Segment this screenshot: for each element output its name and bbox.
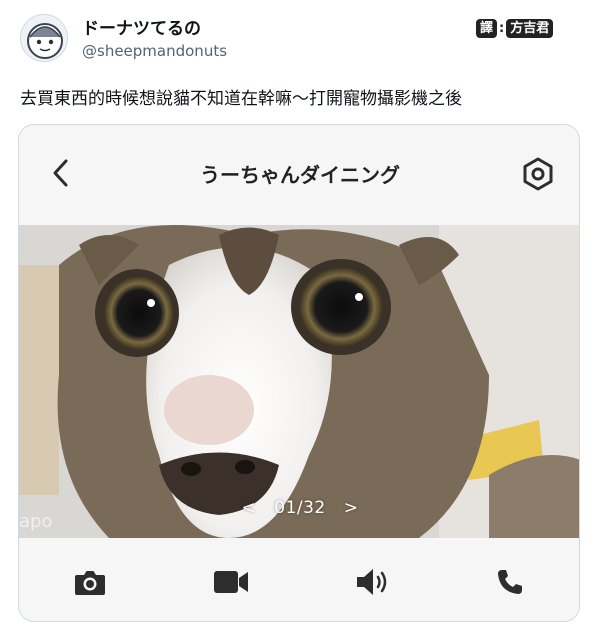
tweet-text: 去買東西的時候想說貓不知道在幹嘛～打開寵物攝影機之後 — [20, 89, 462, 109]
cat-closeup-image — [19, 225, 579, 538]
photo-counter: 01/32 — [274, 498, 326, 518]
credit-separator: : — [499, 20, 505, 36]
next-photo-button[interactable]: > — [344, 498, 359, 518]
speaker-button[interactable] — [350, 564, 394, 600]
snapshot-button[interactable] — [68, 564, 112, 600]
display-name[interactable]: ドーナツてるの — [82, 14, 201, 39]
credit-prefix: 譯 — [476, 18, 498, 38]
app-title: うーちゃんダイニング — [200, 163, 400, 187]
avatar-illustration — [21, 15, 67, 61]
avatar[interactable] — [20, 14, 68, 62]
settings-button[interactable] — [519, 155, 557, 193]
camera-feed[interactable]: apo < 01/32 > — [19, 225, 579, 538]
speaker-icon — [357, 569, 387, 595]
hexagon-gear-icon — [523, 157, 553, 191]
record-video-button[interactable] — [209, 564, 253, 600]
call-button[interactable] — [488, 564, 532, 600]
photo-pager: < 01/32 > — [19, 498, 579, 518]
video-camera-icon — [214, 571, 248, 593]
camera-controls — [19, 538, 579, 621]
app-header: うーちゃんダイニング — [19, 125, 579, 225]
credit-name: 方吉君 — [506, 18, 554, 38]
camera-icon — [75, 571, 105, 595]
prev-photo-button[interactable]: < — [242, 498, 257, 518]
translator-credit: 譯 : 方吉君 — [476, 17, 554, 39]
user-handle[interactable]: @sheepmandonuts — [82, 42, 227, 60]
tweet-media[interactable]: うーちゃんダイニング apo < 01/32 > — [18, 124, 580, 622]
phone-icon — [498, 570, 522, 594]
